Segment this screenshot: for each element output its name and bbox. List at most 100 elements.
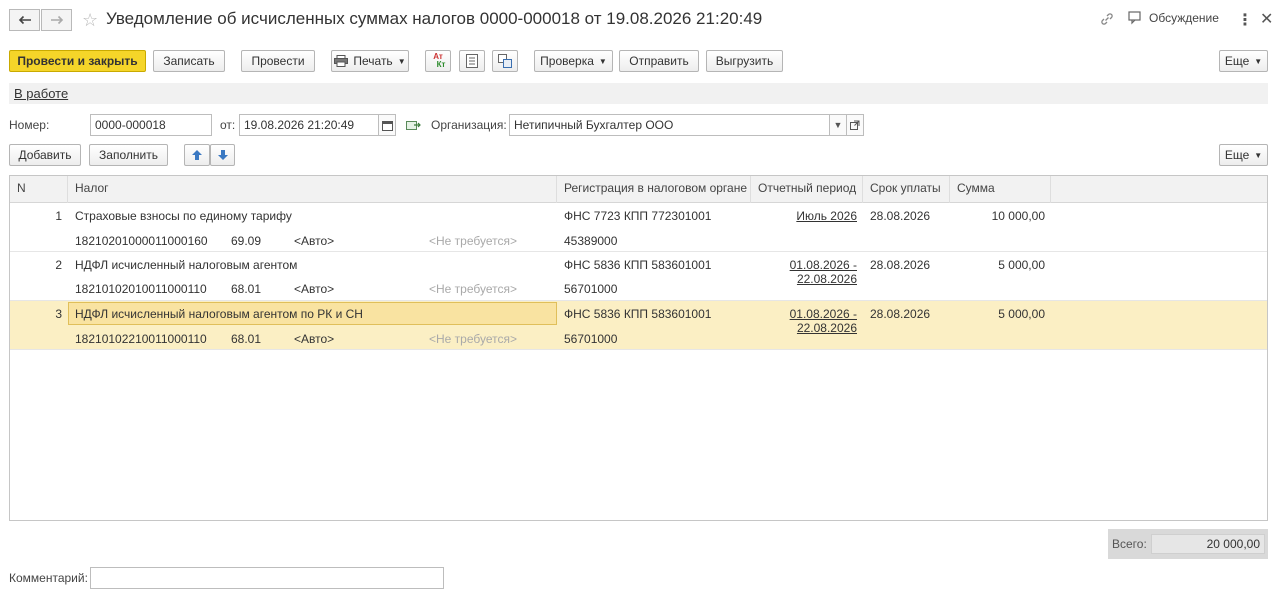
- document-list-icon: [466, 54, 478, 68]
- due-date: 28.08.2026: [870, 258, 931, 272]
- sum-value: 5 000,00: [998, 307, 1045, 321]
- post-button[interactable]: Провести: [241, 50, 315, 72]
- dt-kt-button[interactable]: Ат Кт: [425, 50, 451, 72]
- more-button[interactable]: Еще ▼: [1219, 50, 1268, 72]
- structure-icon: [498, 54, 512, 68]
- row-number: 3: [55, 307, 62, 321]
- not-required-value: <Не требуется>: [429, 234, 518, 248]
- chevron-down-icon: ▼: [1254, 150, 1263, 160]
- discussion-label: Обсуждение: [1149, 11, 1219, 25]
- table-row-selected[interactable]: 3 НДФЛ исчисленный налоговым агентом по …: [10, 301, 1267, 350]
- move-up-button[interactable]: [184, 144, 210, 166]
- calendar-icon: [381, 120, 393, 131]
- printer-icon: [334, 55, 349, 67]
- number-label: Номер:: [9, 118, 50, 132]
- back-button[interactable]: [9, 9, 40, 31]
- table-row[interactable]: 2 НДФЛ исчисленный налоговым агентом 182…: [10, 252, 1267, 301]
- reporting-period-end[interactable]: 22.08.2026: [751, 321, 857, 335]
- post-and-close-button[interactable]: Провести и закрыть: [9, 50, 146, 72]
- date-label: от:: [220, 118, 236, 132]
- more-vertical-icon[interactable]: ⋮: [1237, 10, 1253, 30]
- account-code: 68.01: [231, 282, 262, 296]
- send-button[interactable]: Отправить: [619, 50, 699, 72]
- forward-button[interactable]: [41, 9, 72, 31]
- reporting-period[interactable]: Июль 2026: [751, 209, 857, 223]
- registration: ФНС 7723 КПП 772301001: [564, 209, 712, 223]
- table-header: N Налог Регистрация в налоговом органе О…: [10, 176, 1267, 203]
- chat-icon: [1128, 11, 1141, 25]
- link-icon[interactable]: [1099, 11, 1115, 27]
- comment-label: Комментарий:: [9, 571, 88, 585]
- report-button[interactable]: [459, 50, 485, 72]
- print-label: Печать: [353, 54, 393, 68]
- oktmo-code: 56701000: [564, 332, 618, 346]
- column-header-sum[interactable]: Сумма: [950, 176, 1051, 203]
- total-value: 20 000,00: [1151, 534, 1265, 554]
- arrow-left-icon: [18, 15, 31, 25]
- structure-button[interactable]: [492, 50, 518, 72]
- reporting-period-start[interactable]: 01.08.2026 -: [751, 307, 857, 321]
- taxes-table: N Налог Регистрация в налоговом органе О…: [9, 175, 1268, 521]
- comment-field[interactable]: [90, 567, 444, 589]
- total-label: Всего:: [1112, 537, 1147, 551]
- organization-dropdown[interactable]: ▼: [829, 114, 847, 136]
- reporting-period-end[interactable]: 22.08.2026: [751, 272, 857, 286]
- due-date: 28.08.2026: [870, 307, 931, 321]
- fill-button[interactable]: Заполнить: [89, 144, 168, 166]
- column-header-period[interactable]: Отчетный период: [751, 176, 863, 203]
- dt-kt-icon-bottom: Кт: [436, 60, 446, 69]
- column-header-tax[interactable]: Налог: [68, 176, 557, 203]
- chevron-down-icon: ▼: [1254, 56, 1263, 66]
- account-code: 69.09: [231, 234, 262, 248]
- check-button[interactable]: Проверка ▼: [534, 50, 613, 72]
- tax-name[interactable]: НДФЛ исчисленный налоговым агентом по РК…: [75, 307, 363, 321]
- auto-value: <Авто>: [294, 332, 335, 346]
- column-header-registration[interactable]: Регистрация в налоговом органе: [557, 176, 751, 203]
- document-move-icon[interactable]: [406, 119, 421, 134]
- column-header-n[interactable]: N: [10, 176, 68, 203]
- table-more-button[interactable]: Еще ▼: [1219, 144, 1268, 166]
- arrow-up-icon: [192, 150, 202, 160]
- registration: ФНС 5836 КПП 583601001: [564, 258, 712, 272]
- oktmo-code: 56701000: [564, 282, 618, 296]
- table-row[interactable]: 1 Страховые взносы по единому тарифу 182…: [10, 203, 1267, 252]
- kbk-code: 18210102210011000110: [75, 332, 207, 346]
- kbk-code: 18210102010011000110: [75, 282, 207, 296]
- table-more-label: Еще: [1224, 148, 1250, 162]
- auto-value: <Авто>: [294, 282, 335, 296]
- account-code: 68.01: [231, 332, 262, 346]
- oktmo-code: 45389000: [564, 234, 618, 248]
- calendar-button[interactable]: [378, 114, 396, 136]
- reporting-period-start[interactable]: 01.08.2026 -: [751, 258, 857, 272]
- print-button[interactable]: Печать ▼: [331, 50, 409, 72]
- organization-field[interactable]: Нетипичный Бухгалтер ООО: [509, 114, 830, 136]
- chevron-down-icon: ▼: [598, 56, 607, 66]
- auto-value: <Авто>: [294, 234, 335, 248]
- save-button[interactable]: Записать: [153, 50, 225, 72]
- close-icon[interactable]: ✕: [1260, 9, 1273, 29]
- move-down-button[interactable]: [210, 144, 235, 166]
- organization-open-button[interactable]: [846, 114, 864, 136]
- number-field[interactable]: 0000-000018: [90, 114, 212, 136]
- add-row-button[interactable]: Добавить: [9, 144, 81, 166]
- row-number: 2: [55, 258, 62, 272]
- organization-label: Организация:: [431, 118, 507, 132]
- open-icon: [850, 120, 860, 130]
- discussion-button[interactable]: Обсуждение: [1128, 11, 1219, 25]
- page-title: Уведомление об исчисленных суммах налого…: [106, 9, 763, 28]
- due-date: 28.08.2026: [870, 209, 931, 223]
- column-header-due-date[interactable]: Срок уплаты: [863, 176, 950, 203]
- tax-name: НДФЛ исчисленный налоговым агентом: [75, 258, 298, 272]
- more-label: Еще: [1224, 54, 1250, 68]
- upload-button[interactable]: Выгрузить: [706, 50, 783, 72]
- arrow-right-icon: [50, 15, 63, 25]
- sum-value: 10 000,00: [991, 209, 1045, 223]
- tax-name: Страховые взносы по единому тарифу: [75, 209, 292, 223]
- row-number: 1: [55, 209, 62, 223]
- sum-value: 5 000,00: [998, 258, 1045, 272]
- date-field[interactable]: 19.08.2026 21:20:49: [239, 114, 379, 136]
- status-link[interactable]: В работе: [14, 86, 68, 101]
- status-bar: В работе: [9, 83, 1268, 104]
- check-label: Проверка: [540, 54, 594, 68]
- favorite-star-icon[interactable]: ☆: [82, 11, 98, 29]
